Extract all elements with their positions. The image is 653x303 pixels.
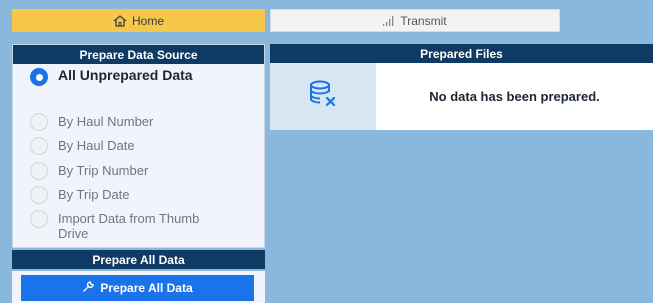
empty-state-message: No data has been prepared.: [429, 89, 600, 104]
tab-transmit[interactable]: Transmit: [270, 9, 560, 32]
option-by-trip-date[interactable]: By Trip Date: [13, 185, 264, 209]
wrench-icon: [82, 280, 95, 296]
prepared-files-header: Prepared Files: [270, 44, 653, 63]
radio-button[interactable]: [30, 68, 48, 86]
tab-transmit-label: Transmit: [400, 13, 447, 28]
prepare-data-source-header: Prepare Data Source: [13, 45, 264, 64]
option-import-thumb-drive[interactable]: Import Data from Thumb Drive: [13, 209, 264, 245]
tab-home[interactable]: Home: [12, 9, 265, 32]
home-icon: [113, 14, 127, 27]
option-label: Import Data from Thumb Drive: [58, 211, 200, 241]
empty-state-icon-box: [270, 63, 376, 130]
option-label: By Trip Number: [58, 163, 149, 178]
tab-home-label: Home: [131, 13, 164, 28]
option-all-unprepared[interactable]: All Unprepared Data: [13, 67, 264, 112]
prepare-all-data-header: Prepare All Data: [12, 250, 265, 269]
option-label: All Unprepared Data: [58, 67, 193, 83]
option-label: By Haul Date: [58, 138, 135, 153]
prepare-all-data-button-label: Prepare All Data: [100, 281, 193, 295]
radio-button[interactable]: [30, 210, 48, 228]
radio-button[interactable]: [30, 162, 48, 180]
radio-button[interactable]: [30, 137, 48, 155]
top-bar: Home Transmit: [0, 0, 653, 42]
option-label: By Trip Date: [58, 187, 130, 202]
option-by-haul-number[interactable]: By Haul Number: [13, 112, 264, 136]
data-source-options: All Unprepared Data By Haul Number By Ha…: [13, 64, 264, 245]
radio-button[interactable]: [30, 113, 48, 131]
prepare-all-data-section: Prepare All Data: [12, 271, 265, 303]
option-by-haul-date[interactable]: By Haul Date: [13, 136, 264, 161]
signal-icon: [383, 15, 395, 26]
database-x-icon: [308, 79, 338, 114]
option-by-trip-number[interactable]: By Trip Number: [13, 161, 264, 185]
radio-button[interactable]: [30, 186, 48, 204]
prepare-data-source-panel: Prepare Data Source All Unprepared Data …: [12, 44, 265, 248]
prepare-all-data-button[interactable]: Prepare All Data: [21, 275, 254, 301]
option-label: By Haul Number: [58, 114, 154, 129]
prepared-files-panel: Prepared Files No data has been prepared…: [270, 44, 653, 130]
